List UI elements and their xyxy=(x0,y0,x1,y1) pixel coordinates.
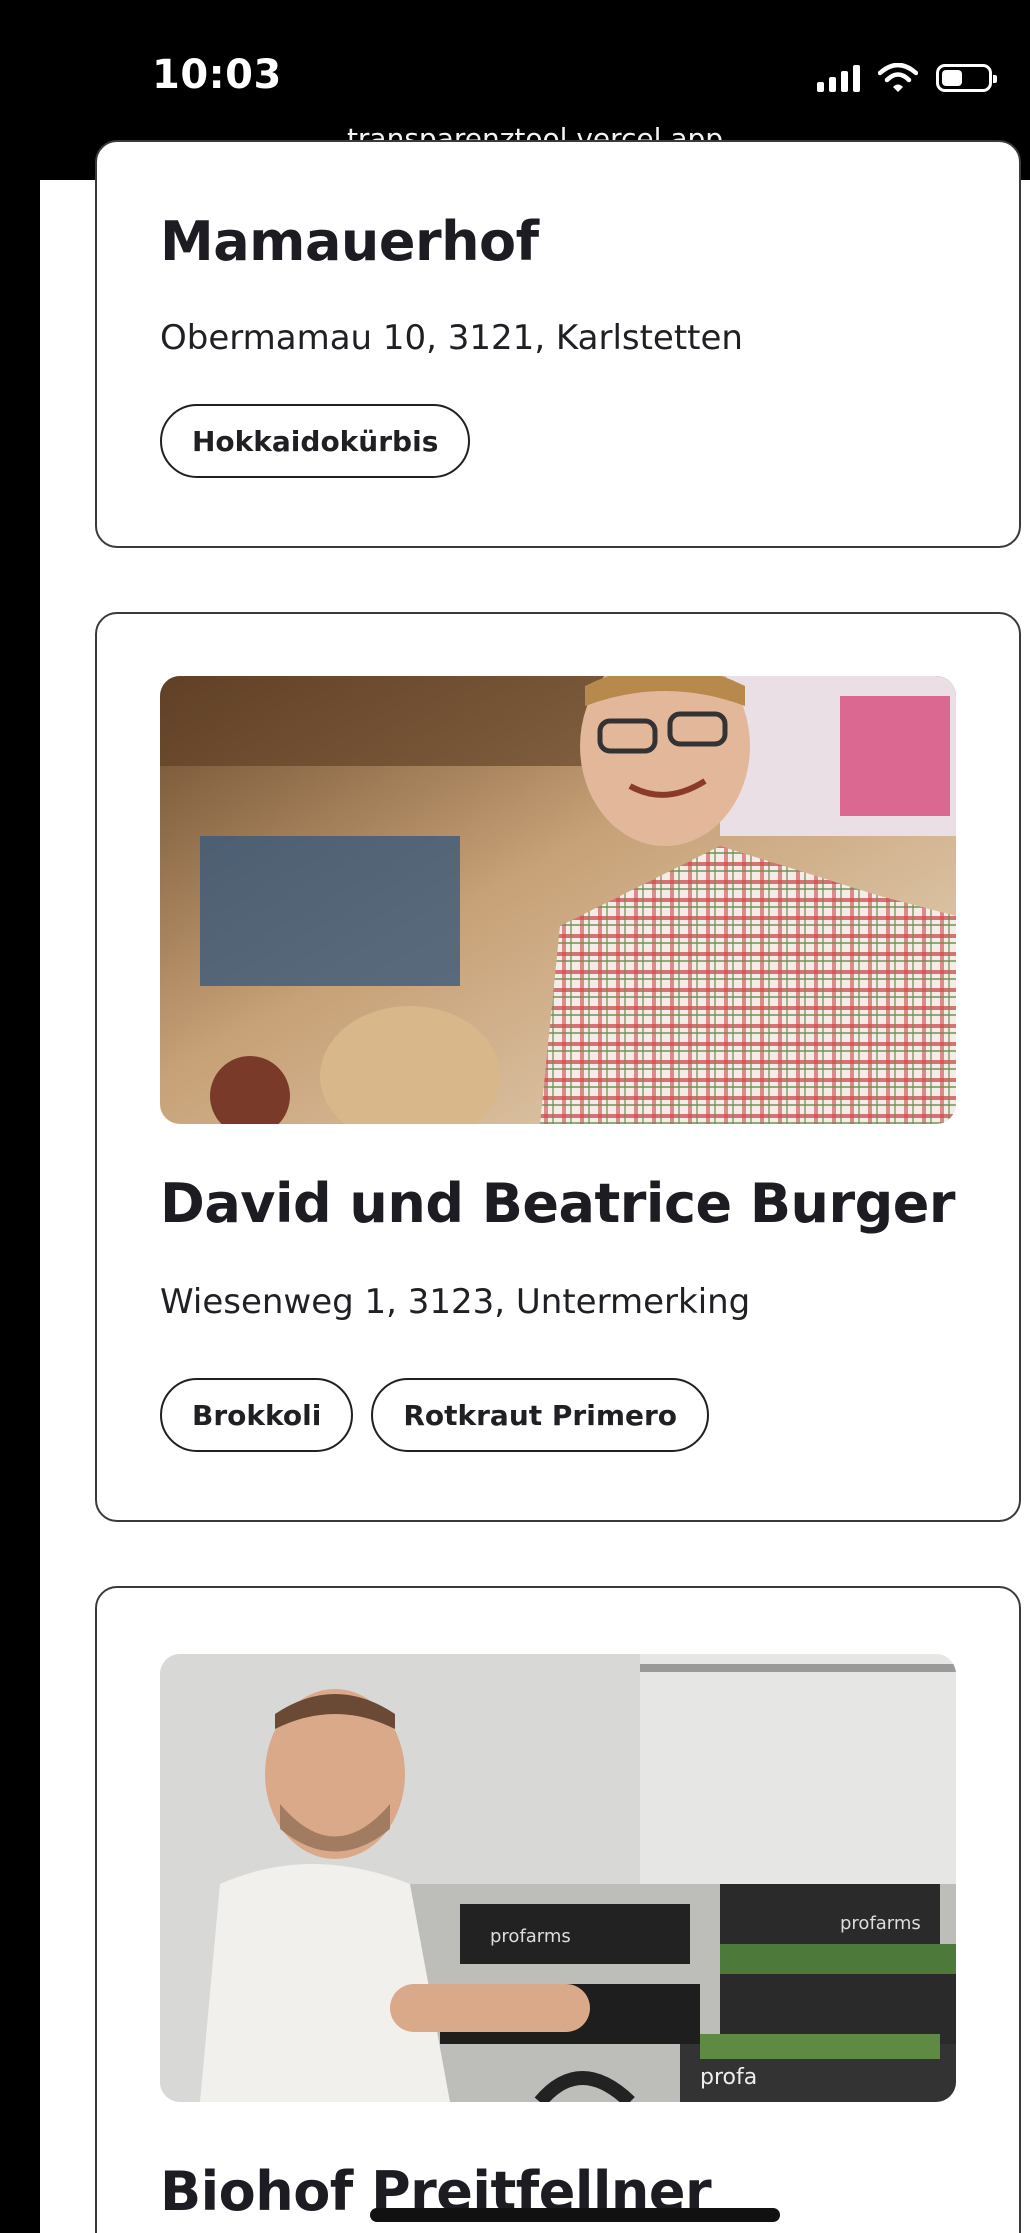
farm-address: Obermamau 10, 3121, Karlstetten xyxy=(160,318,743,358)
farmer-photo: profarms profarms profarms profa xyxy=(160,1654,956,2102)
box-label: profarms xyxy=(490,1926,571,1947)
farm-address: Wiesenweg 1, 3123, Untermerking xyxy=(160,1282,751,1322)
product-tags: Hokkaidokürbis xyxy=(160,404,471,478)
farmer-photo xyxy=(160,676,956,1124)
phone-screen: 10:03 transparenztool.vercel.app Mamauer… xyxy=(40,0,1030,2233)
box-label: profa xyxy=(700,2065,757,2090)
signal-icon xyxy=(817,64,860,92)
farm-card[interactable]: profarms profarms profarms profa Biohof … xyxy=(95,1586,1021,2233)
farm-card[interactable]: Mamauerhof Obermamau 10, 3121, Karlstett… xyxy=(95,140,1021,548)
product-tag[interactable]: Brokkoli xyxy=(160,1378,354,1452)
wifi-icon xyxy=(878,63,918,92)
farm-name: Mamauerhof xyxy=(160,210,539,273)
farm-name: David und Beatrice Burger xyxy=(160,1172,956,1235)
status-icons xyxy=(817,58,997,98)
box-label: profarms xyxy=(840,1913,921,1934)
status-time: 10:03 xyxy=(152,52,282,98)
farm-card[interactable]: David und Beatrice Burger Wiesenweg 1, 3… xyxy=(95,612,1021,1522)
product-tags: Brokkoli Rotkraut Primero xyxy=(160,1378,710,1452)
home-indicator[interactable] xyxy=(370,2208,780,2222)
product-tag[interactable]: Rotkraut Primero xyxy=(371,1378,710,1452)
battery-icon xyxy=(936,64,997,92)
product-tag[interactable]: Hokkaidokürbis xyxy=(160,404,471,478)
